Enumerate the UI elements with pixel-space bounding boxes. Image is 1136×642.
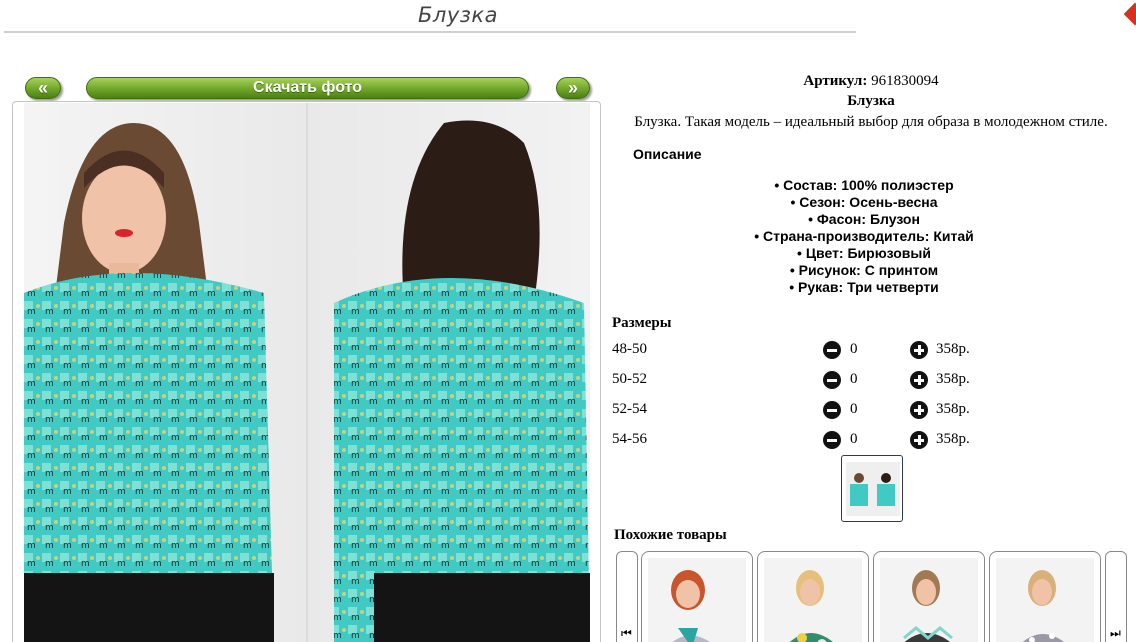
attribute-item: Цвет: Бирюзовый (604, 245, 1124, 262)
carousel-prev-button[interactable]: ⏮ (616, 551, 638, 642)
quantity-value: 0 (850, 401, 858, 417)
sku-line: Артикул: 961830094 (604, 73, 1136, 90)
attribute-item: Страна-производитель: Китай (604, 228, 1124, 245)
size-price: 358р. (936, 341, 970, 357)
product-name: Блузка (847, 93, 895, 109)
quantity-value: 0 (850, 431, 858, 447)
carousel-next-button[interactable]: ⏭ (1105, 551, 1127, 642)
plus-icon[interactable] (910, 371, 928, 389)
attribute-item: Фасон: Блузон (604, 211, 1124, 228)
plus-icon[interactable] (910, 431, 928, 449)
skip-forward-icon: ⏭ (1110, 626, 1121, 640)
minus-icon[interactable] (823, 341, 841, 359)
similar-item-image (996, 558, 1094, 642)
similar-item[interactable] (641, 551, 753, 642)
quantity-value: 0 (850, 371, 858, 387)
attribute-item: Состав: 100% полиэстер (604, 177, 1124, 194)
size-price: 358р. (936, 371, 970, 387)
size-row: 48-50 0 358р. (612, 341, 1132, 361)
attribute-item: Рукав: Три четверти (604, 279, 1124, 296)
download-photo-button[interactable]: Скачать фото (86, 77, 529, 99)
size-label: 52-54 (612, 401, 647, 417)
size-price: 358р. (936, 431, 970, 447)
quantity-value: 0 (850, 341, 858, 357)
product-description: Блузка. Такая модель – идеальный выбор д… (634, 114, 1108, 130)
size-label: 50-52 (612, 371, 647, 387)
title-divider (4, 31, 856, 33)
similar-item-image (764, 558, 862, 642)
plus-icon[interactable] (910, 401, 928, 419)
page-title: Блузка (418, 3, 498, 27)
similar-item[interactable] (873, 551, 985, 642)
attribute-item: Сезон: Осень-весна (604, 194, 1124, 211)
thumbnail-image (846, 462, 900, 516)
minus-icon[interactable] (823, 371, 841, 389)
sku-label: Артикул: (803, 73, 868, 89)
sizes-heading: Размеры (612, 315, 672, 331)
size-label: 54-56 (612, 431, 647, 447)
minus-icon[interactable] (823, 401, 841, 419)
photo-thumbnail[interactable] (841, 455, 903, 522)
size-row: 54-56 0 358р. (612, 431, 1132, 451)
minus-icon[interactable] (823, 431, 841, 449)
close-icon[interactable] (1123, 2, 1136, 26)
skip-back-icon: ⏮ (621, 626, 632, 640)
size-row: 50-52 0 358р. (612, 371, 1132, 391)
attribute-list: Состав: 100% полиэстер Сезон: Осень-весн… (604, 177, 1124, 296)
size-row: 52-54 0 358р. (612, 401, 1132, 421)
attribute-item: Рисунок: С принтом (604, 262, 1124, 279)
product-photo-illustration: m (24, 103, 590, 642)
product-photo: m (24, 103, 590, 642)
plus-icon[interactable] (910, 341, 928, 359)
prev-photo-button[interactable]: « (25, 77, 61, 99)
sku-value: 961830094 (871, 73, 939, 89)
similar-item[interactable] (757, 551, 869, 642)
next-photo-button[interactable]: » (556, 77, 590, 99)
similar-heading: Похожие товары (614, 527, 727, 543)
similar-item-image (880, 558, 978, 642)
similar-item[interactable] (989, 551, 1101, 642)
similar-item-image (648, 558, 746, 642)
size-label: 48-50 (612, 341, 647, 357)
size-price: 358р. (936, 401, 970, 417)
description-heading: Описание (633, 146, 702, 162)
